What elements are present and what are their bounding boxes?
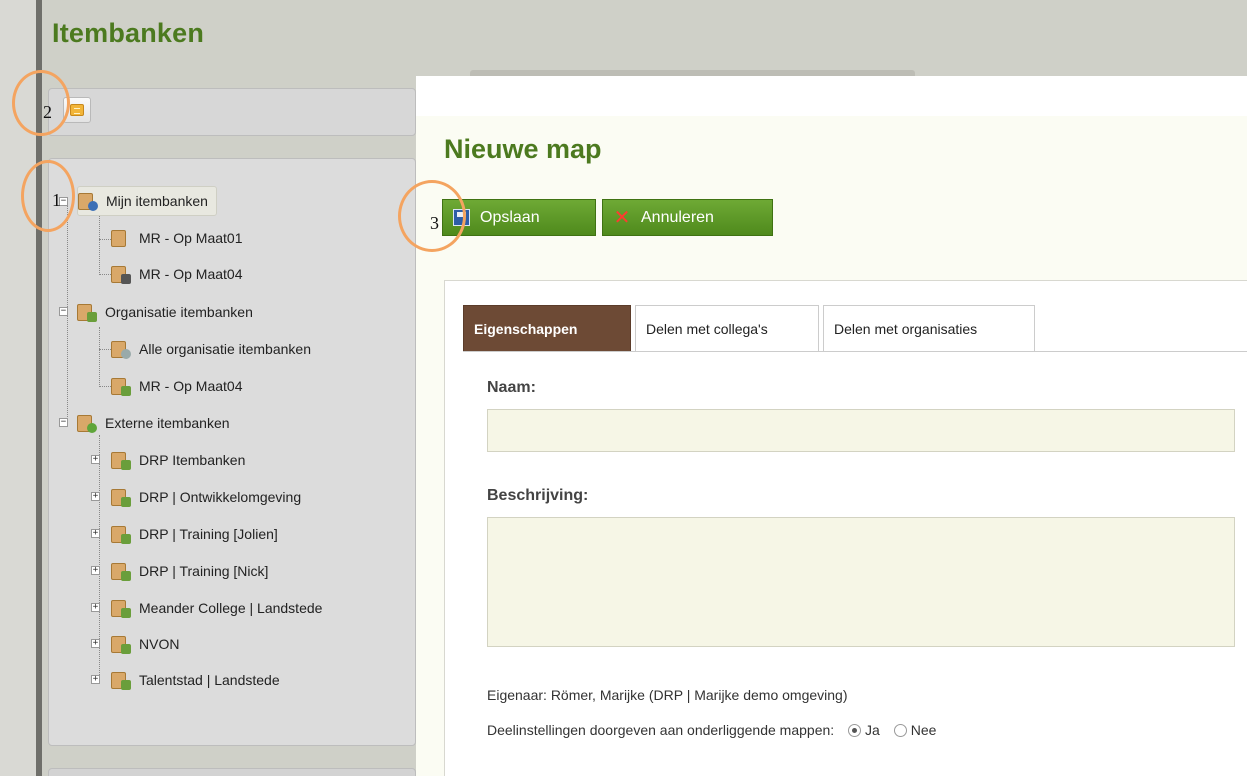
annotation-circle-2	[12, 70, 70, 136]
itembank-tree-panel: − − − + + + + + + + Mijn itembanken MR -…	[48, 158, 416, 746]
tab-delen-met-organisaties[interactable]: Delen met organisaties	[823, 305, 1035, 352]
tree-item[interactable]: DRP | Training [Jolien]	[111, 519, 278, 549]
tree-item[interactable]: Alle organisatie itembanken	[111, 334, 311, 364]
radio-yes-label: Ja	[865, 722, 880, 738]
new-folder-panel: Nieuwe map Opslaan ✕ Annuleren Eigenscha…	[416, 76, 1247, 776]
organization-itembank-icon	[111, 670, 131, 690]
share-settings-label: Deelinstellingen doorgeven aan onderligg…	[487, 722, 835, 738]
tree-item-externe-itembanken[interactable]: Externe itembanken	[77, 408, 230, 438]
tree-item-label: Organisatie itembanken	[105, 304, 253, 320]
tree-item-mijn-itembanken[interactable]: Mijn itembanken	[77, 186, 217, 216]
my-itembank-icon	[78, 191, 98, 211]
tree-item-organisatie-itembanken[interactable]: Organisatie itembanken	[77, 297, 253, 327]
organization-itembank-icon	[111, 598, 131, 618]
panel-header-strip	[416, 76, 1247, 116]
tree-item-label: MR - Op Maat01	[139, 230, 243, 246]
organization-itembank-icon	[111, 524, 131, 544]
annotation-number-2: 2	[43, 102, 52, 122]
tree-item-label: DRP | Training [Nick]	[139, 563, 269, 579]
cancel-button-label: Annuleren	[641, 208, 714, 226]
tree-item[interactable]: DRP | Training [Nick]	[111, 556, 268, 586]
folder-form: Eigenschappen Delen met collega's Delen …	[444, 280, 1247, 776]
expand-toggle[interactable]: +	[91, 455, 100, 464]
collapse-toggle[interactable]: −	[59, 307, 68, 316]
tree-item[interactable]: DRP | Ontwikkelomgeving	[111, 482, 301, 512]
tree-item[interactable]: NVON	[111, 629, 179, 659]
organization-itembank-icon	[111, 487, 131, 507]
organization-itembank-icon	[111, 450, 131, 470]
description-label: Beschrijving:	[487, 487, 589, 504]
tree-item-label: Externe itembanken	[105, 415, 230, 431]
collapse-toggle[interactable]: −	[59, 418, 68, 427]
tree-line	[99, 215, 100, 275]
tree-item[interactable]: MR - Op Maat04	[111, 371, 242, 401]
radio-no-label: Nee	[910, 722, 937, 738]
tree-item-label: DRP | Training [Jolien]	[139, 526, 278, 542]
save-button-label: Opslaan	[480, 208, 540, 226]
tree-item-label: Alle organisatie itembanken	[139, 341, 311, 357]
tree-item-label: Mijn itembanken	[106, 193, 208, 209]
tree-item[interactable]: MR - Op Maat01	[111, 223, 242, 253]
cancel-icon: ✕	[613, 206, 631, 229]
annotation-circle-1	[21, 160, 75, 232]
expand-toggle[interactable]: +	[91, 492, 100, 501]
organization-itembank-icon	[111, 634, 131, 654]
organization-itembank-icon	[111, 376, 131, 396]
tree-item-label: Talentstad | Landstede	[139, 672, 280, 688]
tree-line	[99, 327, 100, 387]
owner-text: Eigenaar: Römer, Marijke (DRP | Marijke …	[487, 687, 848, 703]
annotation-number-3: 3	[430, 213, 439, 233]
tree-toolbar	[48, 88, 416, 136]
shared-itembank-icon	[111, 264, 131, 284]
tab-eigenschappen[interactable]: Eigenschappen	[463, 305, 631, 352]
itembank-icon	[111, 228, 131, 248]
tree-item-label: NVON	[139, 636, 180, 652]
expand-toggle[interactable]: +	[91, 566, 100, 575]
organization-itembank-icon	[111, 561, 131, 581]
radio-no[interactable]	[893, 724, 907, 737]
tree-item[interactable]: MR - Op Maat04	[111, 259, 242, 289]
tree-item-label: MR - Op Maat04	[139, 266, 243, 282]
share-settings-row: Deelinstellingen doorgeven aan onderligg…	[487, 722, 936, 738]
external-itembank-icon	[77, 413, 97, 433]
tree-item[interactable]: Talentstad | Landstede	[111, 665, 280, 695]
expand-toggle[interactable]: +	[91, 603, 100, 612]
tree-item-label: MR - Op Maat04	[139, 378, 243, 394]
name-label: Naam:	[487, 379, 536, 396]
app-title: Itembanken	[52, 18, 205, 48]
organization-itembank-icon	[77, 302, 97, 322]
tab-divider	[463, 351, 1247, 352]
tree-item[interactable]: Meander College | Landstede	[111, 593, 322, 623]
name-field[interactable]	[487, 409, 1235, 452]
expand-toggle[interactable]: +	[91, 639, 100, 648]
radio-yes[interactable]	[848, 724, 862, 737]
settings-itembank-icon	[111, 339, 131, 359]
annotation-number-1: 1	[52, 190, 61, 210]
expand-toggle[interactable]: +	[91, 529, 100, 538]
bottom-panel	[48, 768, 416, 776]
expand-toggle[interactable]: +	[91, 675, 100, 684]
page-title: Nieuwe map	[444, 134, 602, 164]
tree-item-label: DRP Itembanken	[139, 452, 246, 468]
folder-icon	[70, 104, 84, 116]
tab-delen-met-collegas[interactable]: Delen met collega's	[635, 305, 819, 352]
cancel-button[interactable]: ✕ Annuleren	[602, 199, 773, 236]
tree-item-label: DRP | Ontwikkelomgeving	[139, 489, 302, 505]
tree-item-label: Meander College | Landstede	[139, 600, 323, 616]
description-field[interactable]	[487, 517, 1235, 647]
tree-item[interactable]: DRP Itembanken	[111, 445, 245, 475]
